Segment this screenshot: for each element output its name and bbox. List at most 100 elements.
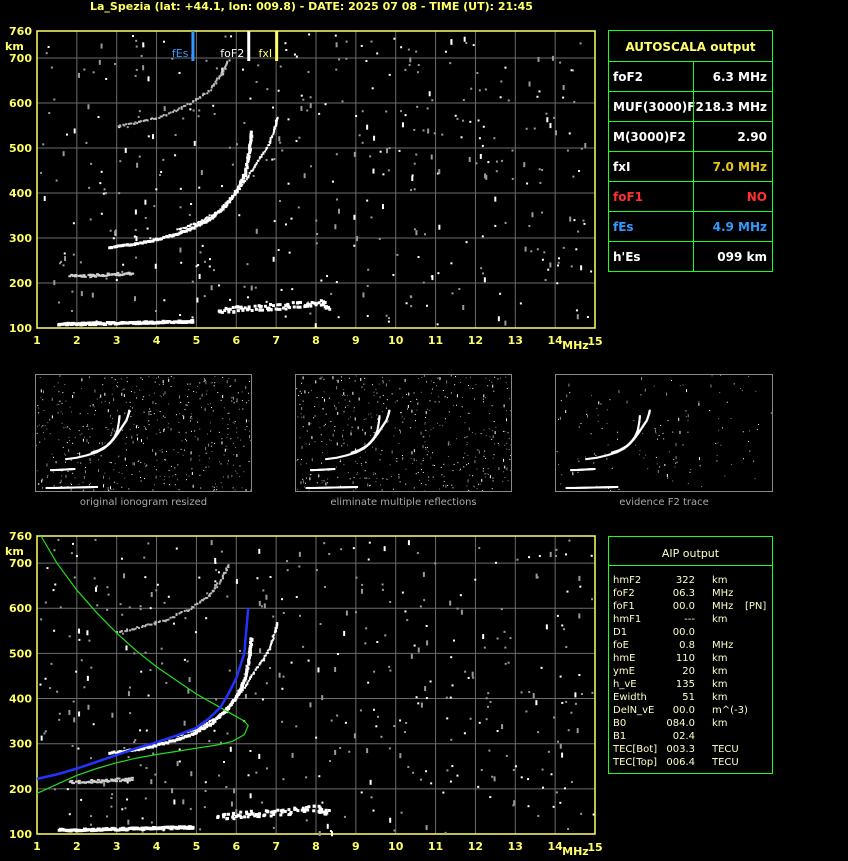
thumbnail-noise-speck: [506, 448, 508, 450]
thumbnail-noise-speck: [249, 440, 251, 442]
thumbnail-noise-speck: [77, 452, 79, 454]
thumbnail-noise-speck: [354, 417, 356, 421]
thumbnail-noise-speck: [770, 412, 772, 414]
thumbnail-noise-speck: [170, 427, 172, 431]
top-x-trace: [266, 146, 269, 149]
thumbnail-noise-speck: [361, 386, 363, 388]
thumbnail-noise-speck: [664, 464, 666, 466]
top-noise-speck: [295, 55, 298, 58]
top-noise-speck: [338, 58, 341, 61]
thumbnail-noise-speck: [201, 393, 203, 397]
bottom-noise-speck: [509, 637, 512, 640]
bottom-e-trace: [104, 778, 108, 781]
top-noise-speck: [89, 218, 92, 221]
thumbnail-noise-speck: [77, 462, 79, 464]
top-noise-speck: [458, 287, 461, 290]
thumbnail-noise-speck: [466, 444, 468, 446]
aip-cell-d1-0: D1: [613, 627, 628, 638]
thumbnail-noise-speck: [639, 454, 641, 456]
bottom-noise-speck: [456, 774, 459, 777]
thumbnail-noise-speck: [210, 382, 212, 384]
top-noise-speck: [132, 35, 135, 38]
top-noise-speck: [198, 109, 201, 112]
thumbnail-noise-speck: [572, 472, 574, 476]
thumbnail-noise-speck: [467, 385, 469, 387]
thumbnail-noise-speck: [414, 420, 416, 422]
thumbnail-noise-speck: [399, 429, 401, 431]
top-noise-speck: [387, 320, 390, 323]
top-noise-speck: [205, 59, 208, 62]
thumbnail-noise-speck: [138, 460, 140, 462]
top-noise-speck: [396, 253, 399, 256]
bottom-noise-speck: [80, 659, 83, 662]
thumbnail-noise-speck: [205, 447, 207, 451]
thumbnail-noise-speck: [187, 396, 189, 398]
bottom-noise-speck: [68, 813, 71, 816]
aip-cell-hmf2-2: km: [712, 575, 728, 586]
bottom-noise-speck: [213, 729, 216, 732]
thumbnail-noise-speck: [472, 387, 474, 389]
thumbnail-noise-speck: [376, 392, 378, 394]
top-noise-speck: [335, 281, 338, 284]
aip-cell-hmf2-1: 322: [675, 575, 695, 586]
top-noise-speck: [331, 180, 334, 183]
thumbnail-noise-speck: [162, 383, 164, 385]
bottom-noise-speck: [553, 716, 556, 719]
top-x-trace: [194, 222, 197, 225]
thumbnail-noise-speck: [225, 445, 227, 447]
bottom-noise-speck: [574, 702, 577, 705]
bottom-es-trace: [190, 825, 195, 829]
top-noise-speck: [569, 216, 572, 222]
thumbnail-noise-speck: [349, 400, 351, 402]
bottom-noise-speck: [444, 831, 447, 834]
thumbnail-noise-speck: [41, 479, 43, 483]
bottom-noise-speck: [528, 690, 531, 693]
thumbnail-noise-speck: [679, 430, 681, 434]
top-noise-speck: [142, 65, 145, 71]
bottom-noise-speck: [315, 569, 318, 572]
bottom-high-freq-echo: [280, 810, 284, 814]
thumbnail-noise-speck: [87, 442, 89, 444]
thumbnail-noise-speck: [178, 489, 180, 491]
top-noise-speck: [135, 256, 138, 259]
thumbnail-noise-speck: [170, 375, 172, 377]
thumbnail-noise-speck: [596, 407, 598, 409]
thumbnail-noise-speck: [305, 443, 307, 445]
thumbnail-noise-speck: [343, 392, 345, 396]
aip-cell-b0-0: B0: [613, 718, 627, 729]
thumbnail-noise-speck: [357, 426, 359, 430]
bottom-noise-speck: [527, 805, 530, 808]
bottom-noise-speck: [258, 753, 261, 759]
bottom-noise-speck: [565, 645, 568, 648]
bottom-noise-speck: [430, 782, 433, 785]
top-y-unit-label: km: [5, 40, 24, 53]
thumbnail-noise-speck: [165, 459, 167, 461]
thumbnail-noise-speck: [110, 462, 112, 464]
thumbnail-noise-speck: [503, 430, 505, 432]
bottom-noise-speck: [278, 672, 281, 678]
bottom-noise-speck: [563, 787, 566, 790]
thumbnail-noise-speck: [399, 430, 401, 434]
autoscala-output-table: AUTOSCALA output foF2 6.3 MHz MUF(3000)F2 1…: [608, 30, 773, 272]
thumbnail-noise-speck: [191, 472, 193, 476]
thumbnail-noise-speck: [42, 478, 44, 480]
bottom-noise-speck: [360, 588, 363, 594]
thumbnail-noise-speck: [104, 400, 106, 402]
thumbnail-noise-speck: [125, 401, 127, 403]
top-noise-speck: [72, 222, 75, 225]
thumbnail-noise-speck: [175, 474, 177, 476]
top-noise-speck: [182, 117, 185, 120]
bottom-x-trace: [243, 686, 246, 689]
bottom-noise-speck: [214, 557, 217, 563]
thumbnail-noise-speck: [491, 381, 493, 383]
bottom-noise-speck: [40, 735, 43, 741]
thumbnail-noise-speck: [145, 429, 147, 431]
thumbnail-noise-speck: [73, 391, 75, 393]
bottom-f2-echo-trace: [216, 586, 219, 589]
bottom-x-tick-label: 10: [388, 840, 404, 853]
thumbnail-noise-speck: [214, 442, 216, 444]
top-noise-speck: [537, 56, 540, 62]
bottom-noise-speck: [429, 680, 432, 683]
thumbnail-noise-speck: [70, 482, 72, 484]
thumbnail-noise-speck: [408, 392, 410, 396]
